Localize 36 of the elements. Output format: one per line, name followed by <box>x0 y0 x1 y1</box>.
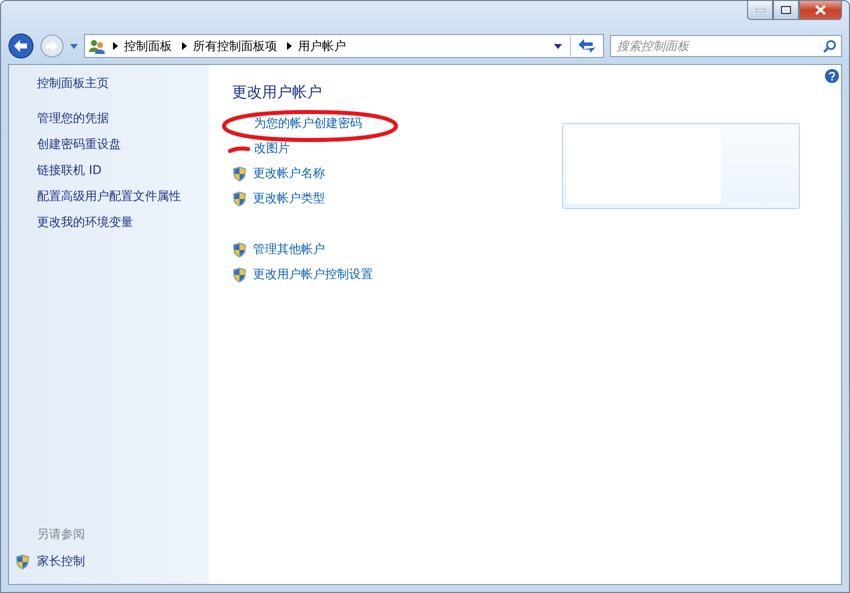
sidebar-link[interactable]: 创建密码重设盘 <box>37 136 209 153</box>
back-button[interactable] <box>8 33 34 59</box>
sidebar-link[interactable]: 管理您的凭据 <box>37 110 209 127</box>
history-dropdown-icon[interactable] <box>70 44 78 48</box>
minimize-button[interactable] <box>747 1 773 20</box>
maximize-icon <box>781 6 791 14</box>
breadcrumb[interactable]: 用户帐户 <box>292 38 352 54</box>
task-link[interactable]: 为您的帐户创建密码 <box>232 114 362 133</box>
task-link[interactable]: 更改用户帐户控制设置 <box>232 265 373 284</box>
users-icon <box>89 38 105 54</box>
search-field[interactable]: 搜索控制面板 <box>610 35 842 57</box>
breadcrumb[interactable]: 控制面板 <box>118 38 178 54</box>
page-title: 更改用户帐户 <box>232 83 323 102</box>
dropdown-icon[interactable] <box>554 44 562 48</box>
see-also-title: 另请参阅 <box>37 526 86 543</box>
close-icon <box>815 5 826 15</box>
forward-button[interactable] <box>40 34 64 58</box>
chevron-icon[interactable] <box>287 42 292 50</box>
task-link[interactable]: 更改帐户名称 <box>232 164 325 183</box>
chevron-icon[interactable] <box>182 42 187 50</box>
sidebar-link[interactable]: 家长控制 <box>15 553 209 570</box>
sidebar-link[interactable]: 更改我的环境变量 <box>37 214 209 231</box>
search-icon[interactable] <box>823 40 836 53</box>
breadcrumb[interactable]: 所有控制面板项 <box>187 38 283 54</box>
help-icon[interactable] <box>825 69 839 83</box>
chevron-icon[interactable] <box>113 42 118 50</box>
sidebar-link[interactable]: 链接联机 ID <box>37 162 209 179</box>
address-bar[interactable]: 控制面板 所有控制面板项 用户帐户 <box>84 34 604 58</box>
task-link[interactable]: 改图片 <box>232 139 290 158</box>
maximize-button[interactable] <box>773 1 799 20</box>
sidebar-link[interactable]: 配置高级用户配置文件属性 <box>37 188 209 205</box>
task-link[interactable]: 管理其他帐户 <box>232 240 325 259</box>
sidebar-link[interactable]: 控制面板主页 <box>37 75 209 92</box>
task-link[interactable]: 更改帐户类型 <box>232 189 325 208</box>
close-button[interactable] <box>799 1 842 20</box>
minimize-icon <box>756 8 764 12</box>
